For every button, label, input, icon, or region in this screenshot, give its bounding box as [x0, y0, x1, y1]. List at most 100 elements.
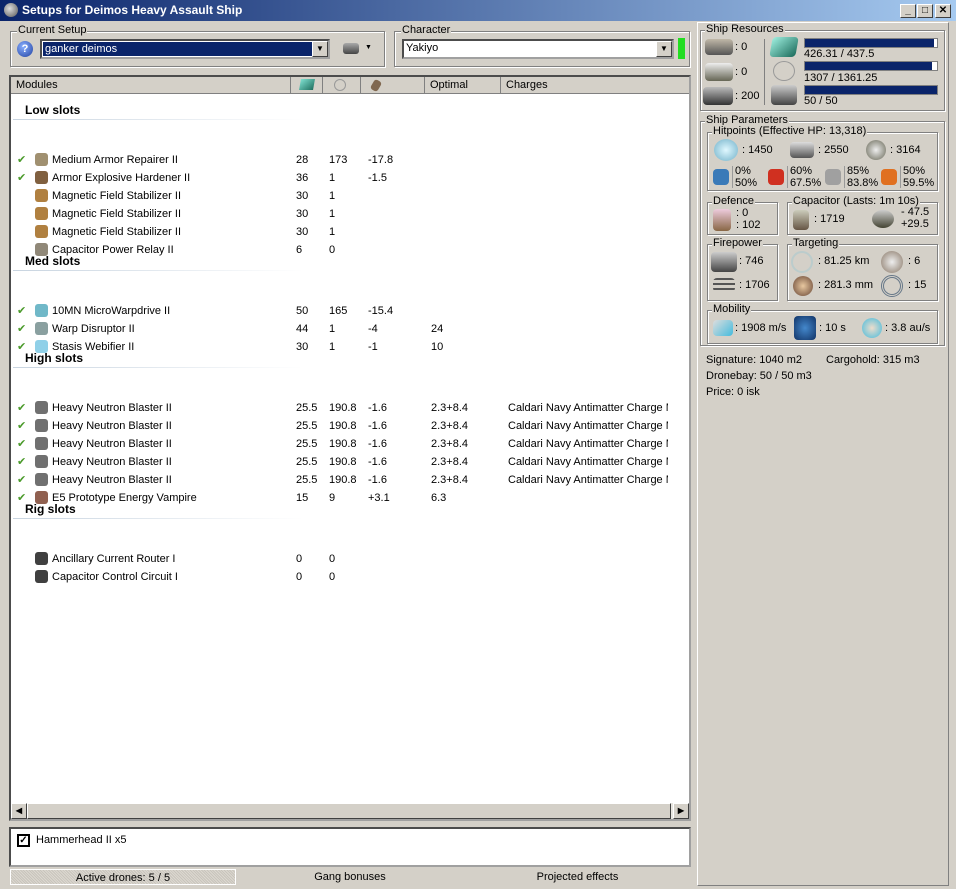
- module-row[interactable]: ✔ Armor Explosive Hardener II 36 1 -1.5: [11, 169, 687, 187]
- drone-bandwidth-value: 50 / 50: [804, 95, 838, 107]
- defence-label: Defence: [712, 195, 755, 207]
- module-powergrid: 190.8: [329, 420, 357, 432]
- module-row[interactable]: Capacitor Power Relay II 6 0: [11, 241, 687, 259]
- setup-value: ganker deimos: [42, 41, 314, 57]
- scroll-left-button[interactable]: ◀: [11, 803, 27, 819]
- module-name: Magnetic Field Stabilizer II: [52, 226, 181, 238]
- module-name: Armor Explosive Hardener II: [52, 172, 191, 184]
- module-capacitor: -1.6: [368, 456, 387, 468]
- module-cpu: 30: [296, 208, 309, 220]
- module-name: Warp Disruptor II: [52, 323, 135, 335]
- close-button[interactable]: ✕: [935, 4, 951, 18]
- drones-list[interactable]: ✓ Hammerhead II x5: [9, 827, 691, 867]
- section-heading: Rig slots: [25, 502, 76, 516]
- chevron-down-icon[interactable]: ▼: [312, 41, 328, 57]
- cargohold-text: Cargohold: 315 m3: [826, 354, 920, 366]
- module-row[interactable]: Magnetic Field Stabilizer II 30 1: [11, 223, 687, 241]
- module-row[interactable]: ✔ Warp Disruptor II 44 1 -4 24: [11, 320, 687, 338]
- mobility-warp: : 3.8 au/s: [885, 322, 931, 334]
- module-name: Magnetic Field Stabilizer II: [52, 190, 181, 202]
- module-name: Ancillary Current Router I: [52, 553, 176, 565]
- horizontal-scrollbar[interactable]: ◀ ▶: [11, 803, 689, 819]
- launcher-slots: : 0: [735, 66, 748, 78]
- module-row[interactable]: ✔ Heavy Neutron Blaster II 25.5 190.8 -1.6 2.…: [11, 471, 687, 489]
- mobility-align: : 10 s: [819, 322, 846, 334]
- module-row[interactable]: Magnetic Field Stabilizer II 30 1: [11, 205, 687, 223]
- chevron-down-icon[interactable]: ▼: [656, 41, 672, 57]
- module-cpu: 25.5: [296, 402, 318, 414]
- firepower-label: Firepower: [712, 237, 763, 249]
- module-charge: Caldari Navy Antimatter Charge M: [508, 474, 668, 486]
- modules-list[interactable]: Modules Optimal Charges Low slots ✔ Medium…: [9, 75, 691, 821]
- blaster-icon: [35, 455, 48, 468]
- module-optimal: 24: [431, 323, 444, 335]
- rig-icon: [35, 552, 48, 565]
- divider: [844, 166, 845, 188]
- module-row[interactable]: ✔ Heavy Neutron Blaster II 25.5 190.8 -1.6 2.…: [11, 435, 687, 453]
- active-drones-tab[interactable]: Active drones: 5 / 5: [10, 869, 236, 885]
- hardener-icon: [35, 171, 48, 184]
- minimize-button[interactable]: _: [900, 4, 916, 18]
- turret-slots: : 0: [735, 41, 748, 53]
- module-name: Magnetic Field Stabilizer II: [52, 208, 181, 220]
- defence-bottom: : 102: [736, 219, 761, 231]
- module-cpu: 25.5: [296, 474, 318, 486]
- dps-icon: [711, 252, 737, 272]
- module-powergrid: 1: [329, 190, 336, 202]
- module-capacitor: -15.4: [368, 305, 394, 317]
- module-name: Heavy Neutron Blaster II: [52, 438, 172, 450]
- module-optimal: 10: [431, 341, 444, 353]
- module-row[interactable]: ✔ 10MN MicroWarpdrive II 50 165 -15.4: [11, 302, 687, 320]
- active-check-icon: ✔: [17, 402, 27, 414]
- module-row[interactable]: ✔ Medium Armor Repairer II 28 173 -17.8: [11, 151, 687, 169]
- resist-armor: 83.8%: [847, 177, 879, 189]
- capacitor-icon: [793, 210, 809, 230]
- module-capacitor: -1: [368, 341, 378, 353]
- help-icon[interactable]: ?: [17, 41, 33, 57]
- targeting-resolution: : 281.3 mm: [818, 279, 874, 291]
- capacitor-capacity: : 1719: [814, 213, 845, 225]
- module-row[interactable]: ✔ E5 Prototype Energy Vampire 15 9 +3.1 6.3: [11, 489, 687, 507]
- module-name: Heavy Neutron Blaster II: [52, 402, 172, 414]
- gang-bonuses-tab[interactable]: Gang bonuses: [240, 869, 460, 885]
- ship-resources-group: Ship Resources : 0 : 0 : 200 426.31 / 43…: [700, 23, 945, 111]
- drone-checkbox[interactable]: ✓: [17, 834, 30, 847]
- module-charge: Caldari Navy Antimatter Charge M: [508, 438, 668, 450]
- maximize-button[interactable]: □: [917, 4, 933, 18]
- character-select[interactable]: Yakiyo ▼: [402, 39, 674, 59]
- signature-text: Signature: 1040 m2: [706, 354, 803, 366]
- powergrid-value: 1307 / 1361.25: [804, 72, 878, 84]
- module-row[interactable]: ✔ Heavy Neutron Blaster II 25.5 190.8 -1.6 2.…: [11, 399, 687, 417]
- dropdown-arrow-icon[interactable]: ▼: [365, 44, 372, 51]
- module-charge: Caldari Navy Antimatter Charge M: [508, 456, 668, 468]
- module-row[interactable]: Magnetic Field Stabilizer II 30 1: [11, 187, 687, 205]
- module-cpu: 30: [296, 341, 309, 353]
- active-check-icon: ✔: [17, 456, 27, 468]
- projected-effects-tab[interactable]: Projected effects: [465, 869, 690, 885]
- module-row[interactable]: ✔ Stasis Webifier II 30 1 -1 10: [11, 338, 687, 356]
- setup-select[interactable]: ganker deimos ▼: [40, 39, 330, 59]
- module-capacitor: -1.6: [368, 474, 387, 486]
- warp-speed-icon: [862, 318, 882, 338]
- scroll-right-button[interactable]: ▶: [673, 803, 689, 819]
- price-text: Price: 0 isk: [706, 386, 760, 398]
- module-row[interactable]: Capacitor Control Circuit I 0 0: [11, 568, 687, 586]
- calibration-value: : 200: [735, 90, 760, 102]
- module-powergrid: 1: [329, 341, 336, 353]
- module-powergrid: 190.8: [329, 456, 357, 468]
- current-setup-group: Current Setup ? ganker deimos ▼ ▼: [10, 24, 385, 67]
- cpu-icon: [769, 37, 799, 57]
- module-cpu: 15: [296, 492, 309, 504]
- ship-menu-icon[interactable]: [343, 43, 359, 54]
- module-row[interactable]: ✔ Heavy Neutron Blaster II 25.5 190.8 -1.6 2.…: [11, 417, 687, 435]
- resist-shield: 60%: [790, 165, 813, 177]
- module-row[interactable]: Ancillary Current Router I 0 0: [11, 550, 687, 568]
- resist-shield: 85%: [847, 165, 870, 177]
- scrollbar-thumb[interactable]: [27, 803, 671, 819]
- volley-icon: [713, 278, 735, 292]
- kinetic-resist-icon: [825, 169, 841, 185]
- targeting-range: : 81.25 km: [818, 255, 870, 267]
- module-powergrid: 1: [329, 226, 336, 238]
- active-check-icon: ✔: [17, 154, 27, 166]
- module-row[interactable]: ✔ Heavy Neutron Blaster II 25.5 190.8 -1.6 2.…: [11, 453, 687, 471]
